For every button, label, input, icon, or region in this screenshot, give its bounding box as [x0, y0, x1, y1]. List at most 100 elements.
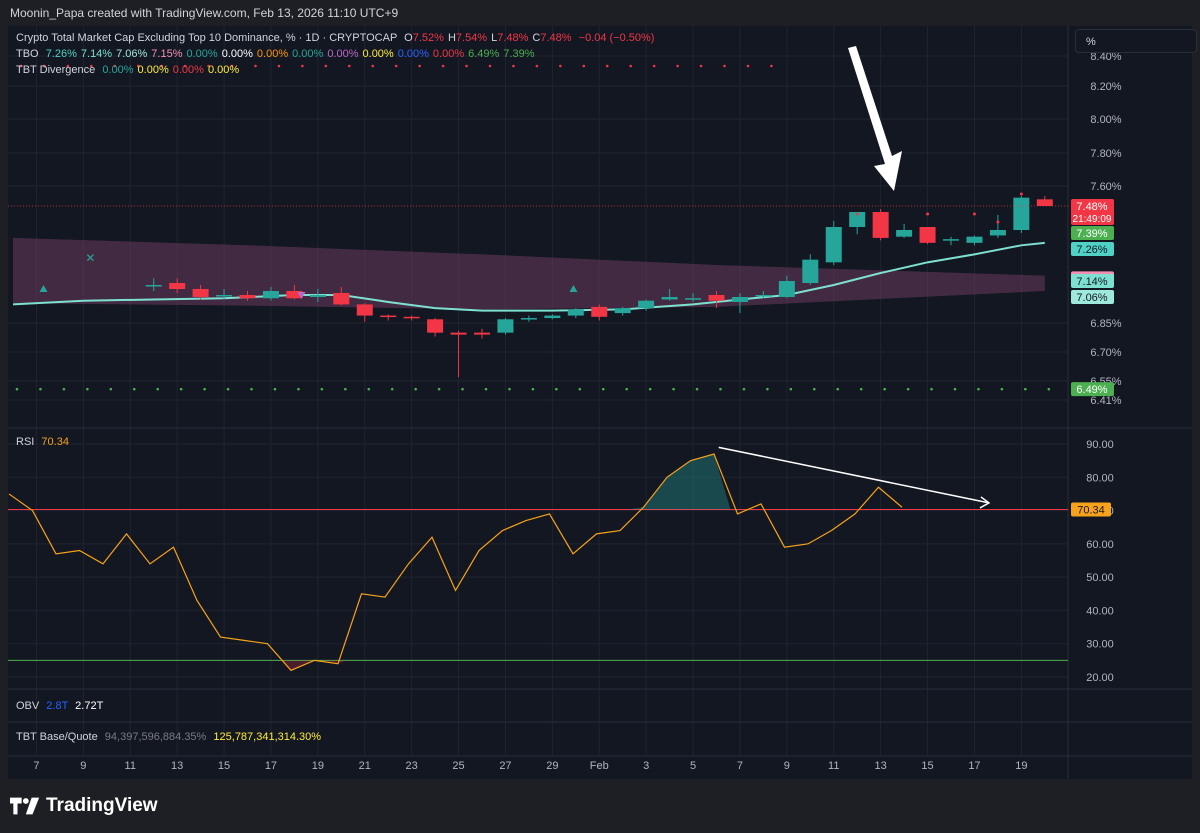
signal-dot [926, 212, 930, 216]
candle [896, 224, 913, 238]
price-tag-label: 7.26% [1076, 244, 1107, 256]
signal-dot [297, 387, 300, 391]
signal-dot [465, 64, 468, 68]
time-tick-label: 21 [359, 760, 371, 772]
price-tag: 7.39% [1071, 226, 1114, 240]
candle [567, 308, 584, 319]
ohlc-value-o: 7.52% [412, 32, 444, 44]
signal-dot [883, 387, 886, 391]
time-tick-label: Feb [590, 760, 609, 772]
chart-canvas[interactable]: ✕ 6.41%6.55%6.70%6.85%7.60%7.80%8.00%8.20… [8, 26, 1192, 779]
rsi-legend: RSI 70.34 [16, 436, 69, 448]
candle [403, 315, 420, 321]
candle [544, 314, 561, 320]
signal-dot [156, 387, 159, 391]
rsi-tick-label: 80.00 [1086, 472, 1114, 484]
time-tick-label: 19 [312, 760, 324, 772]
tradingview-wordmark: TradingView [46, 795, 158, 816]
signal-dot [390, 387, 394, 391]
price-tag-label: 6.49% [1076, 384, 1107, 396]
signal-dot [15, 387, 19, 391]
divergence-value-2: 0.00% [172, 64, 204, 76]
base-quote-value-1: 94,397,596,884.35% [104, 731, 207, 743]
signal-dot [813, 387, 816, 391]
time-axis: 7 9 11 13 15 17 19 21 23 25 27 29 Feb 3 5 7 9 11 13 15 17 19 [33, 760, 1027, 772]
time-tick-label: 7 [33, 760, 39, 772]
divergence-values: 0.00% 0.00% 0.00% 0.00% [98, 64, 239, 76]
price-tag: 7.06% [1071, 290, 1114, 304]
main-legend: Crypto Total Market Cap Excluding Top 10… [16, 32, 654, 44]
tbo-value-3: 7.15% [151, 48, 183, 60]
signal-dot [324, 64, 328, 68]
price-axis: 6.41%6.55%6.70%6.85%7.60%7.80%8.00%8.20%… [1071, 51, 1122, 407]
signal-dot [226, 387, 230, 391]
signal-dot [344, 387, 347, 391]
signal-dot [723, 64, 726, 68]
candle [450, 330, 467, 378]
candle-body [966, 236, 983, 243]
grid-lines [8, 26, 1068, 756]
buy-cross-icon: ✕ [85, 251, 95, 265]
price-tick-label: 6.70% [1090, 347, 1121, 359]
candle [966, 235, 983, 246]
signal-dot [1024, 387, 1027, 391]
countdown-label: 21:49:09 [1073, 214, 1112, 225]
signal-dot [699, 64, 703, 68]
signal-dot [508, 387, 511, 391]
signal-dot [836, 387, 840, 391]
time-tick-label: 9 [80, 760, 86, 772]
rsi-line [8, 453, 903, 672]
signal-dot [676, 64, 679, 68]
price-tag: 7.14% [1071, 274, 1114, 288]
signal-dot [672, 387, 675, 391]
signal-dot [371, 64, 375, 68]
signal-dot [559, 64, 562, 68]
signal-dot [301, 64, 304, 68]
footer [0, 779, 1200, 833]
obv-legend: OBV 2.8T 2.72T [16, 700, 103, 712]
candle-body [919, 227, 936, 243]
candle-body [708, 295, 725, 301]
signal-dot [109, 387, 113, 391]
obv-value-1: 2.8T [46, 700, 69, 712]
candle [356, 303, 373, 322]
candle [919, 227, 936, 245]
scale-mode-field[interactable]: % [1075, 29, 1197, 53]
time-tick-label: 13 [875, 760, 887, 772]
candle-body [239, 295, 256, 299]
signal-dot [531, 387, 535, 391]
signal-dot [512, 64, 515, 68]
attribution-bar: Moonin_Papa created with TradingView.com… [0, 0, 1200, 26]
candle-body [380, 315, 397, 318]
candle-body [825, 227, 842, 263]
signal-dot [250, 387, 253, 391]
price-tick-label: 6.41% [1090, 395, 1121, 407]
signal-dot [484, 387, 488, 391]
signal-dot [179, 387, 183, 391]
signal-dot [789, 387, 793, 391]
signal-dot [437, 387, 441, 391]
signal-dot [766, 387, 769, 391]
signal-dot [742, 387, 746, 391]
signal-dot [605, 64, 609, 68]
time-tick-label: 11 [828, 760, 839, 772]
price-tag: 7.48%21:49:09 [1071, 199, 1114, 225]
tbo-value-7: 0.00% [292, 48, 324, 60]
tbo-value-10: 0.00% [397, 48, 429, 60]
candle-body [943, 239, 959, 241]
tbo-legend: TBO 7.26% 7.14% 7.06% 7.15% 0.00% 0.00% 0.00% 0… [16, 48, 535, 60]
signal-dot [277, 64, 281, 68]
candle [872, 209, 889, 241]
candle-body [638, 300, 655, 309]
candle-body [262, 291, 279, 299]
candle-body [989, 230, 1006, 236]
candle-body [450, 332, 467, 335]
time-tick-label: 9 [784, 760, 790, 772]
candle-body [333, 293, 350, 305]
tbo-value-11: 0.00% [432, 48, 465, 60]
signal-dot [418, 64, 421, 68]
chart-frame[interactable]: ✕ 6.41% 6.55% 6.70% 6.85% 7.60% 7.80% 8.00% 8.20… [8, 26, 1197, 779]
candle-body [216, 295, 233, 297]
rsi-tick-label: 50.00 [1086, 572, 1114, 584]
divergence-value-1: 0.00% [137, 64, 169, 76]
